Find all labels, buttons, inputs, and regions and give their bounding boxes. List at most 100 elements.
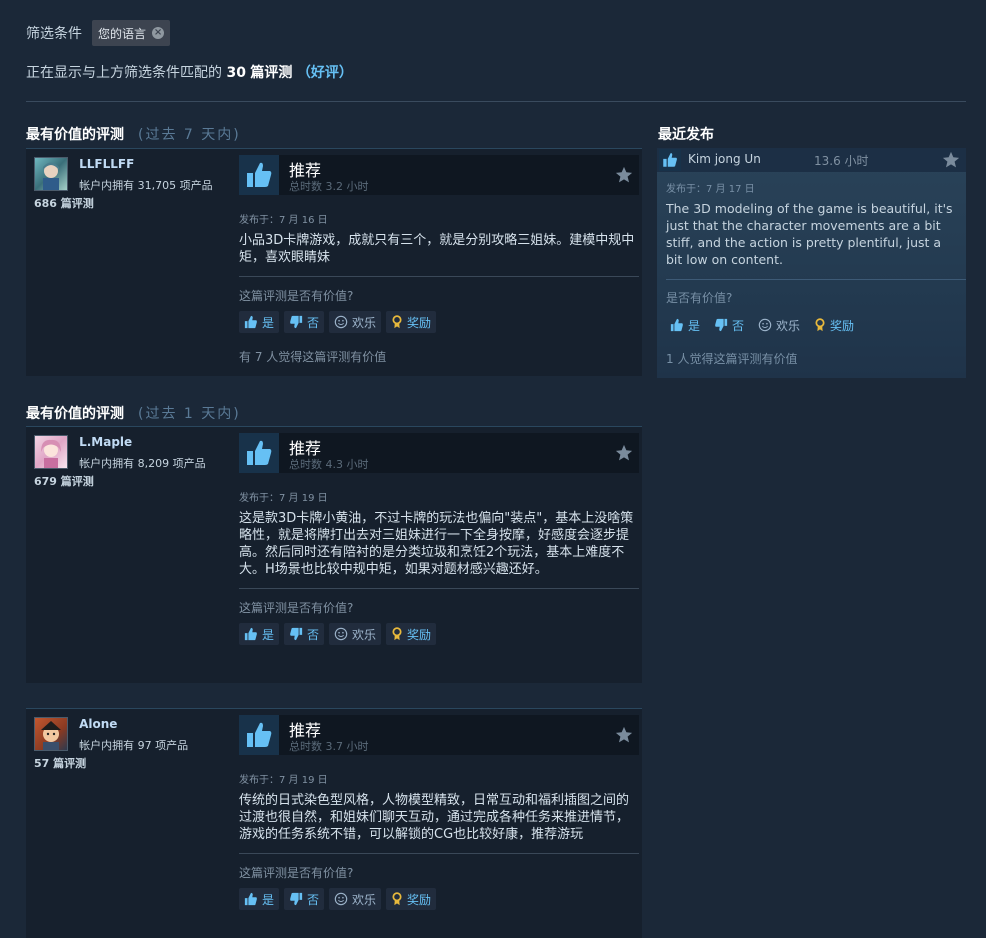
star-icon[interactable] [615, 444, 633, 462]
review-card: Alone 帐户内拥有 97 项产品 57 篇评测 推荐 总时数 3.7 小时 … [26, 708, 642, 938]
recent-vote-buttons: 是 否 欢乐 奖励 [666, 314, 858, 336]
helpful-question: 这篇评测是否有价值? [239, 289, 354, 303]
divider [239, 276, 639, 277]
thumbs-up-icon [244, 315, 257, 329]
vote-no-button[interactable]: 否 [284, 623, 325, 645]
vote-yes-label: 是 [688, 318, 701, 333]
smile-icon [334, 892, 348, 906]
thumbs-up-icon [239, 433, 279, 473]
avatar[interactable] [34, 435, 68, 469]
award-icon [392, 315, 402, 329]
thumbs-up-icon [244, 892, 257, 906]
recent-found-helpful: 1 人觉得这篇评测有价值 [666, 352, 798, 366]
divider [239, 853, 639, 854]
vote-no-button[interactable]: 否 [284, 311, 325, 333]
review-card: LLFLLFF 帐户内拥有 31,705 项产品 686 篇评测 推荐 总时数 … [26, 148, 642, 376]
award-label: 奖励 [407, 315, 432, 330]
award-label: 奖励 [830, 318, 855, 333]
thumbs-up-icon [659, 149, 681, 171]
author-products: 帐户内拥有 8,209 项产品 [79, 457, 206, 470]
recent-review-card: Kim jong Un 13.6 小时 发布于：7 月 17 日 The 3D … [657, 148, 966, 378]
recent-title: 最近发布 [658, 127, 714, 143]
summary-type[interactable]: 好评 [311, 65, 339, 81]
author-review-count[interactable]: 57 篇评测 [34, 755, 224, 771]
thumbs-down-icon [715, 318, 728, 332]
author-name[interactable]: LLFLLFF [79, 157, 212, 171]
review-author: Alone 帐户内拥有 97 项产品 57 篇评测 [34, 717, 224, 771]
divider [26, 101, 966, 102]
section-period: (过去 7 天内) [138, 127, 241, 143]
filter-chip-language[interactable]: 您的语言 × [92, 20, 171, 46]
vote-buttons: 是 否 欢乐 奖励 [239, 311, 437, 333]
award-button[interactable]: 奖励 [386, 623, 437, 645]
author-products: 帐户内拥有 31,705 项产品 [79, 179, 213, 192]
filter-bar: 筛选条件 您的语言 × [26, 20, 171, 46]
summary-prefix: 正在显示与上方筛选条件匹配的 [26, 65, 222, 81]
posted-date: 发布于：7 月 19 日 [239, 775, 328, 786]
smile-icon [758, 318, 772, 332]
award-icon [815, 318, 825, 332]
vote-funny-button[interactable]: 欢乐 [754, 314, 804, 336]
vote-funny-label: 欢乐 [352, 627, 377, 642]
author-review-count[interactable]: 679 篇评测 [34, 473, 224, 489]
award-button[interactable]: 奖励 [386, 888, 437, 910]
author-name[interactable]: L.Maple [79, 435, 205, 449]
review-summary: 正在显示与上方筛选条件匹配的 30 篇评测 （好评） [26, 62, 353, 82]
review-author: L.Maple 帐户内拥有 8,209 项产品 679 篇评测 [34, 435, 224, 489]
helpful-question: 这篇评测是否有价值? [239, 866, 354, 880]
found-helpful: 有 7 人觉得这篇评测有价值 [239, 350, 387, 364]
thumbs-up-icon [239, 155, 279, 195]
vote-no-label: 否 [307, 315, 320, 330]
vote-yes-label: 是 [262, 892, 275, 907]
vote-funny-label: 欢乐 [776, 318, 801, 333]
vote-no-label: 否 [307, 892, 320, 907]
recent-author-name[interactable]: Kim jong Un [688, 152, 761, 166]
vote-funny-button[interactable]: 欢乐 [329, 623, 382, 645]
filter-chip-label: 您的语言 [98, 26, 147, 41]
review-text: 这是款3D卡牌小黄油，不过卡牌的玩法也偏向"装点"，基本上没啥策略性，就是将牌打… [239, 511, 634, 577]
vote-no-label: 否 [307, 627, 320, 642]
section-title: 最有价值的评测 (过去 1 天内) [26, 403, 241, 423]
thumbs-up-icon [670, 318, 683, 332]
recommendation-header: 推荐 总时数 3.2 小时 [239, 155, 639, 195]
star-icon[interactable] [942, 151, 960, 169]
divider [666, 279, 966, 280]
avatar[interactable] [34, 157, 68, 191]
close-icon[interactable]: × [152, 27, 165, 39]
star-icon[interactable] [615, 726, 633, 744]
summary-count: 30 [226, 65, 246, 81]
vote-funny-button[interactable]: 欢乐 [329, 311, 382, 333]
vote-no-button[interactable]: 否 [284, 888, 325, 910]
thumbs-down-icon [290, 892, 303, 906]
vote-yes-button[interactable]: 是 [666, 314, 704, 336]
award-button[interactable]: 奖励 [386, 311, 437, 333]
star-icon[interactable] [615, 166, 633, 184]
vote-yes-button[interactable]: 是 [239, 623, 280, 645]
author-name[interactable]: Alone [79, 717, 188, 731]
award-button[interactable]: 奖励 [810, 314, 858, 336]
helpful-question: 这篇评测是否有价值? [239, 601, 354, 615]
section-period: (过去 1 天内) [138, 406, 241, 422]
recent-review-header: Kim jong Un 13.6 小时 [657, 148, 966, 172]
review-author: LLFLLFF 帐户内拥有 31,705 项产品 686 篇评测 [34, 157, 224, 211]
playtime: 总时数 3.2 小时 [289, 180, 369, 193]
vote-funny-button[interactable]: 欢乐 [329, 888, 382, 910]
vote-buttons: 是 否 欢乐 奖励 [239, 888, 437, 910]
summary-suffix: 篇评测 [250, 65, 293, 81]
thumbs-up-icon [239, 715, 279, 755]
posted-date: 发布于：7 月 16 日 [239, 215, 328, 226]
vote-no-button[interactable]: 否 [710, 314, 748, 336]
vote-buttons: 是 否 欢乐 奖励 [239, 623, 437, 645]
vote-yes-button[interactable]: 是 [239, 311, 280, 333]
section-title-text: 最有价值的评测 [26, 127, 124, 143]
recent-helpful-question: 是否有价值? [666, 291, 733, 305]
avatar[interactable] [34, 717, 68, 751]
smile-icon [334, 627, 348, 641]
vote-yes-button[interactable]: 是 [239, 888, 280, 910]
author-review-count[interactable]: 686 篇评测 [34, 195, 224, 211]
vote-funny-label: 欢乐 [352, 315, 377, 330]
smile-icon [334, 315, 348, 329]
award-label: 奖励 [407, 892, 432, 907]
recommendation-header: 推荐 总时数 4.3 小时 [239, 433, 639, 473]
section-title-text: 最有价值的评测 [26, 406, 124, 422]
